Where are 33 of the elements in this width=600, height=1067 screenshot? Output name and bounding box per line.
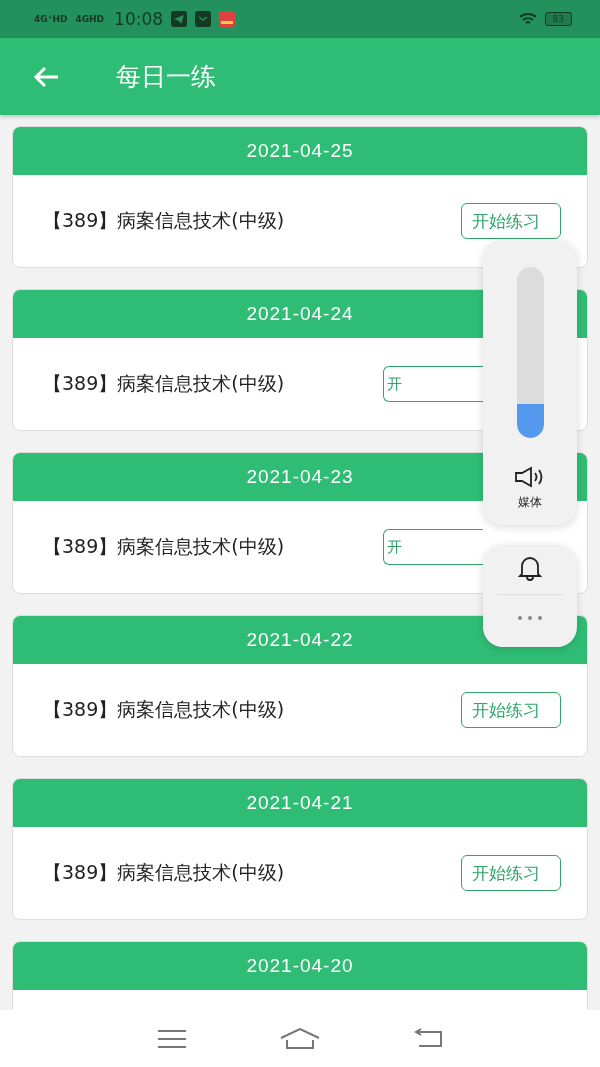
start-practice-button[interactable]: 开始练习 xyxy=(461,692,561,728)
start-practice-button[interactable]: 开 xyxy=(383,529,483,565)
wifi-icon xyxy=(518,12,537,26)
battery-level: 83 xyxy=(544,12,572,26)
date-label: 2021-04-25 xyxy=(246,140,354,162)
date-label: 2021-04-22 xyxy=(246,629,354,651)
exam-title: 【389】病案信息技术(中级) xyxy=(43,371,285,396)
signal-label: 4GHD xyxy=(75,14,105,24)
exam-title: 【389】病案信息技术(中级) xyxy=(43,534,285,559)
date-label: 2021-04-23 xyxy=(246,466,354,488)
exam-title: 【389】病案信息技术(中级) xyxy=(43,860,285,885)
volume-label: 媒体 xyxy=(518,494,542,511)
bell-icon[interactable] xyxy=(518,555,542,581)
page-title: 每日一练 xyxy=(116,61,216,93)
start-practice-button[interactable]: 开始练习 xyxy=(461,203,561,239)
paper-plane-icon xyxy=(171,11,188,27)
more-icon[interactable] xyxy=(517,615,543,621)
back-icon[interactable] xyxy=(413,1027,444,1050)
signal-label: 4G⁺HD xyxy=(34,14,68,24)
app-icon xyxy=(219,11,236,27)
exam-title: 【389】病案信息技术(中级) xyxy=(43,208,285,233)
start-practice-button[interactable]: 开始练习 xyxy=(461,855,561,891)
home-icon[interactable] xyxy=(280,1027,320,1050)
date-label: 2021-04-20 xyxy=(246,955,354,977)
volume-slider[interactable] xyxy=(516,267,544,438)
mail-icon xyxy=(195,11,212,27)
back-arrow-icon[interactable] xyxy=(32,64,60,89)
clock: 10:08 xyxy=(114,9,164,29)
date-label: 2021-04-21 xyxy=(246,792,354,814)
date-label: 2021-04-24 xyxy=(246,303,354,325)
start-practice-button[interactable]: 开 xyxy=(383,366,483,402)
menu-icon[interactable] xyxy=(156,1028,187,1049)
exam-title: 【389】病案信息技术(中级) xyxy=(43,697,285,722)
